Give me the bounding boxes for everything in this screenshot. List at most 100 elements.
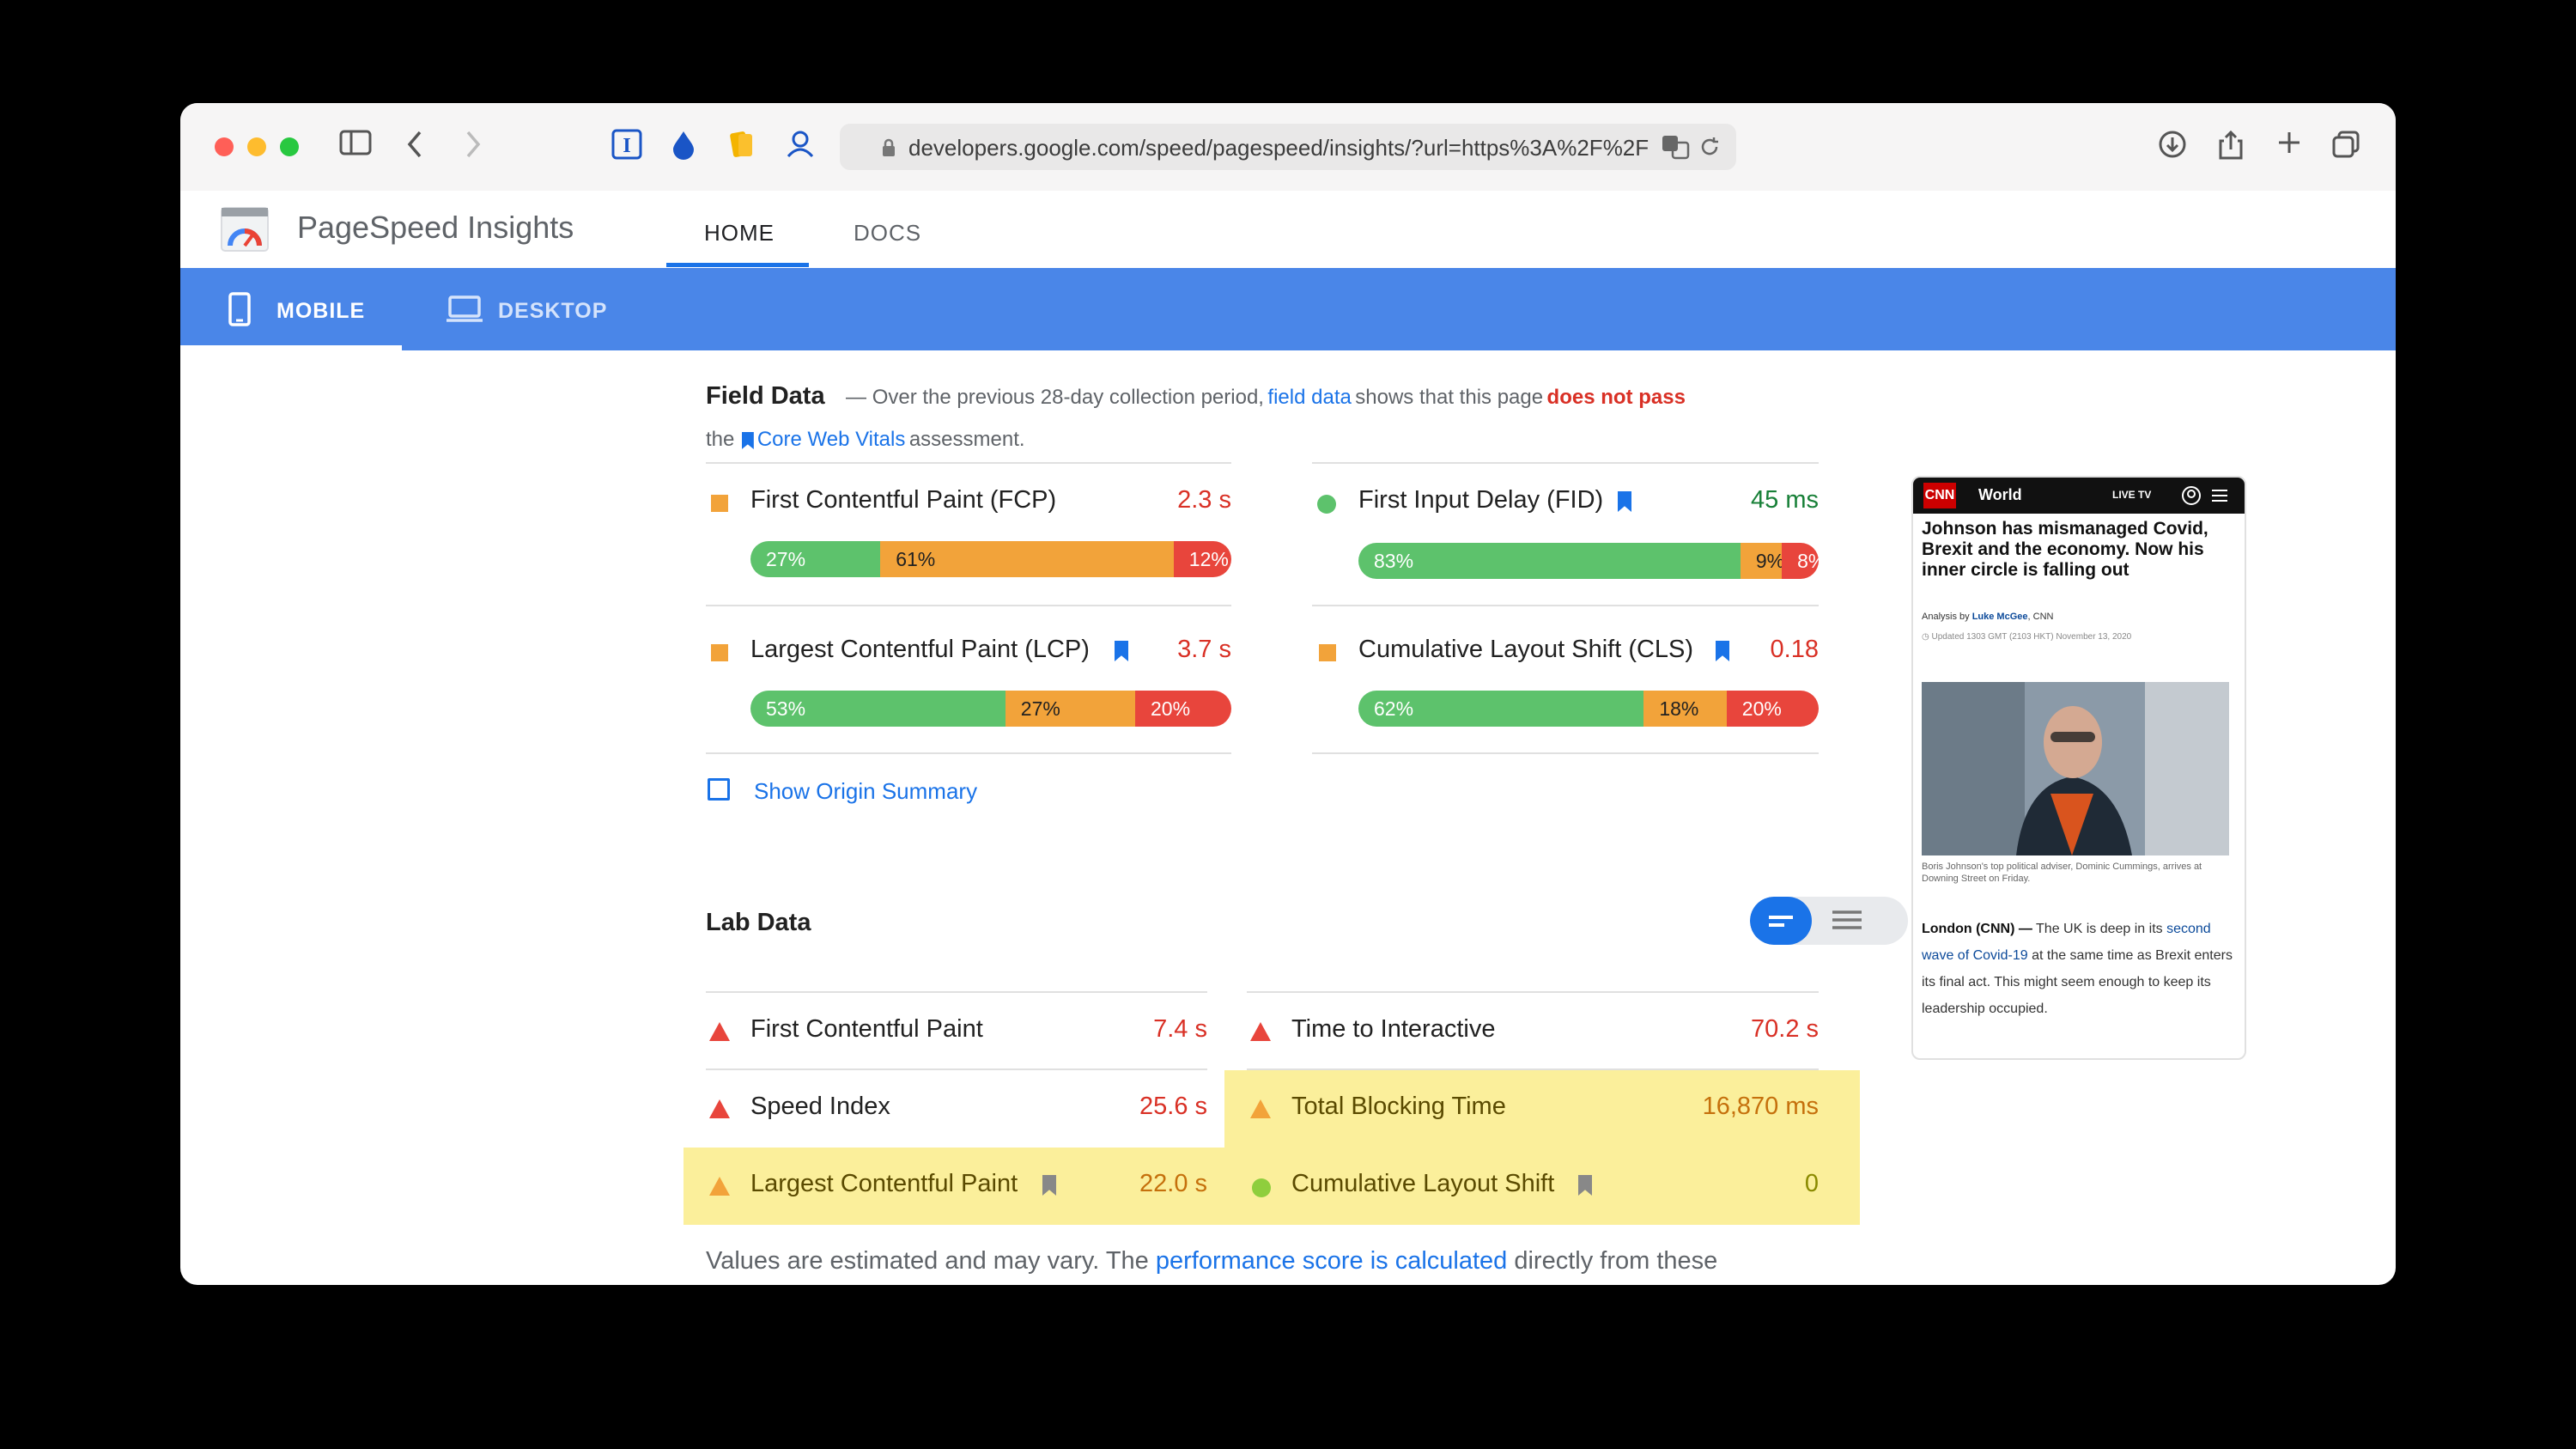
origin-summary-label[interactable]: Show Origin Summary xyxy=(754,778,977,805)
bookmark-icon xyxy=(1115,641,1128,661)
performance-score-link[interactable]: performance score is calculated xyxy=(1156,1247,1507,1275)
distribution-good: 27% xyxy=(750,541,881,577)
body-text-1: The UK is deep in its xyxy=(2036,922,2163,936)
tab-mobile[interactable]: MOBILE xyxy=(276,299,365,324)
field-metric-fcp-value: 2.3 s xyxy=(1177,486,1231,514)
back-icon[interactable] xyxy=(402,129,428,167)
field-metric-fcp-name: First Contentful Paint (FCP) xyxy=(750,486,1057,514)
updated-text: Updated 1303 GMT (2103 HKT) November 13,… xyxy=(1931,632,2132,642)
share-icon[interactable] xyxy=(2214,129,2248,169)
article-headline: Johnson has mismanaged Covid, Brexit and… xyxy=(1922,519,2208,580)
divider xyxy=(706,605,1231,606)
distribution-average: 9% xyxy=(1740,543,1784,579)
view-toggle[interactable] xyxy=(1750,897,1908,945)
active-tab-underline xyxy=(666,263,809,267)
byline-prefix: Analysis by xyxy=(1922,612,1970,622)
browser-toolbar: I developers.google.com/speed/pagespeed/… xyxy=(180,103,2396,192)
address-bar[interactable]: developers.google.com/speed/pagespeed/in… xyxy=(840,124,1736,170)
distribution-poor: 20% xyxy=(1726,691,1819,727)
extension-i-icon[interactable]: I xyxy=(610,129,644,167)
cnn-header: CNN World LIVE TV xyxy=(1913,478,2245,514)
url-text: developers.google.com/speed/pagespeed/in… xyxy=(908,135,1649,161)
good-circle-icon xyxy=(1317,495,1336,514)
distribution-poor: 12% xyxy=(1173,541,1231,577)
device-tab-bar: MOBILE DESKTOP xyxy=(180,268,2396,350)
average-square-icon xyxy=(711,644,728,661)
close-window-button[interactable] xyxy=(215,137,234,156)
distribution-average: 61% xyxy=(880,541,1174,577)
forward-icon[interactable] xyxy=(460,129,486,167)
desktop-icon xyxy=(445,295,484,327)
sidebar-toggle-icon[interactable] xyxy=(337,129,374,163)
new-tab-icon[interactable] xyxy=(2272,129,2306,164)
distribution-average: 27% xyxy=(1005,691,1135,727)
report-content: Field Data — Over the previous 28-day co… xyxy=(180,350,2396,1285)
pagespeed-logo-icon[interactable] xyxy=(220,206,270,257)
lab-metric-tbt-name: Total Blocking Time xyxy=(1291,1093,1506,1120)
bookmark-icon xyxy=(1618,491,1631,512)
tab-docs[interactable]: DOCS xyxy=(854,220,921,247)
distribution-bar: 53% 27% 20% xyxy=(750,691,1231,727)
minimize-window-button[interactable] xyxy=(247,137,266,156)
extension-notes-icon[interactable] xyxy=(725,129,759,167)
fail-triangle-icon xyxy=(709,1022,730,1041)
brand-title[interactable]: PageSpeed Insights xyxy=(297,210,574,246)
origin-summary-checkbox[interactable] xyxy=(708,778,730,801)
bookmark-icon xyxy=(741,432,754,449)
svg-text:I: I xyxy=(623,135,630,157)
article-body: London (CNN) — The UK is deep in its sec… xyxy=(1922,916,2236,1022)
distribution-good: 53% xyxy=(750,691,1005,727)
article-photo xyxy=(1922,682,2229,855)
field-metric-fid-value: 45 ms xyxy=(1751,486,1819,514)
lab-metric-si-name: Speed Index xyxy=(750,1093,890,1120)
compact-view-button[interactable] xyxy=(1750,897,1812,945)
menu-icon xyxy=(2210,486,2229,509)
field-data-link[interactable]: field data xyxy=(1267,386,1351,409)
lab-metric-fcp-name: First Contentful Paint xyxy=(750,1015,983,1043)
warning-triangle-icon xyxy=(1250,1099,1271,1118)
average-square-icon xyxy=(1319,644,1336,661)
body-lead: London (CNN) — xyxy=(1922,922,2032,936)
zoom-window-button[interactable] xyxy=(280,137,299,156)
distribution-poor: 20% xyxy=(1134,691,1231,727)
extension-drop-icon[interactable] xyxy=(666,129,701,167)
field-metric-cls-value: 0.18 xyxy=(1770,636,1819,663)
distribution-bar: 62% 18% 20% xyxy=(1358,691,1819,727)
psi-header: PageSpeed Insights HOME DOCS xyxy=(180,191,2396,268)
photo-illustration xyxy=(1922,682,2229,855)
browser-window: I developers.google.com/speed/pagespeed/… xyxy=(180,103,2396,1285)
distribution-bar: 83% 9% 8% xyxy=(1358,543,1819,579)
field-data-fail: does not pass xyxy=(1546,386,1686,409)
divider xyxy=(706,991,1207,993)
average-square-icon xyxy=(711,495,728,512)
divider xyxy=(706,752,1231,754)
distribution-poor: 8% xyxy=(1782,543,1819,579)
fail-triangle-icon xyxy=(1250,1022,1271,1041)
divider xyxy=(1247,1068,1819,1070)
core-web-vitals-link[interactable]: Core Web Vitals xyxy=(757,428,906,451)
field-metric-lcp-name: Largest Contentful Paint (LCP) xyxy=(750,636,1090,663)
distribution-good: 83% xyxy=(1358,543,1741,579)
tab-overview-icon[interactable] xyxy=(2329,129,2363,167)
tab-desktop[interactable]: DESKTOP xyxy=(498,299,607,324)
lab-metric-fcp-value: 7.4 s xyxy=(1153,1015,1207,1043)
expanded-view-button[interactable] xyxy=(1819,897,1880,945)
cnn-logo: CNN xyxy=(1923,483,1956,508)
tab-home[interactable]: HOME xyxy=(704,220,775,247)
field-data-desc-end: assessment. xyxy=(908,428,1025,451)
lab-data-title: Lab Data xyxy=(706,909,811,936)
page-screenshot-thumbnail: CNN World LIVE TV Johnson has mismanaged… xyxy=(1911,476,2246,1060)
lab-metric-cls-value: 0 xyxy=(1804,1170,1819,1197)
lab-metric-lcp-name: Largest Contentful Paint xyxy=(750,1170,1018,1197)
reload-icon[interactable] xyxy=(1698,136,1721,162)
field-data-header: Field Data — Over the previous 28-day co… xyxy=(706,376,1814,462)
byline-suffix: , CNN xyxy=(2027,612,2054,622)
footer-suffix: directly from these xyxy=(1514,1247,1718,1275)
mobile-icon xyxy=(228,292,251,331)
translate-icon[interactable] xyxy=(1661,134,1690,164)
distribution-bar: 27% 61% 12% xyxy=(750,541,1231,577)
download-icon[interactable] xyxy=(2155,129,2190,167)
field-metric-cls-name: Cumulative Layout Shift (CLS) xyxy=(1358,636,1694,663)
distribution-good: 62% xyxy=(1358,691,1644,727)
extension-people-icon[interactable] xyxy=(783,129,817,167)
